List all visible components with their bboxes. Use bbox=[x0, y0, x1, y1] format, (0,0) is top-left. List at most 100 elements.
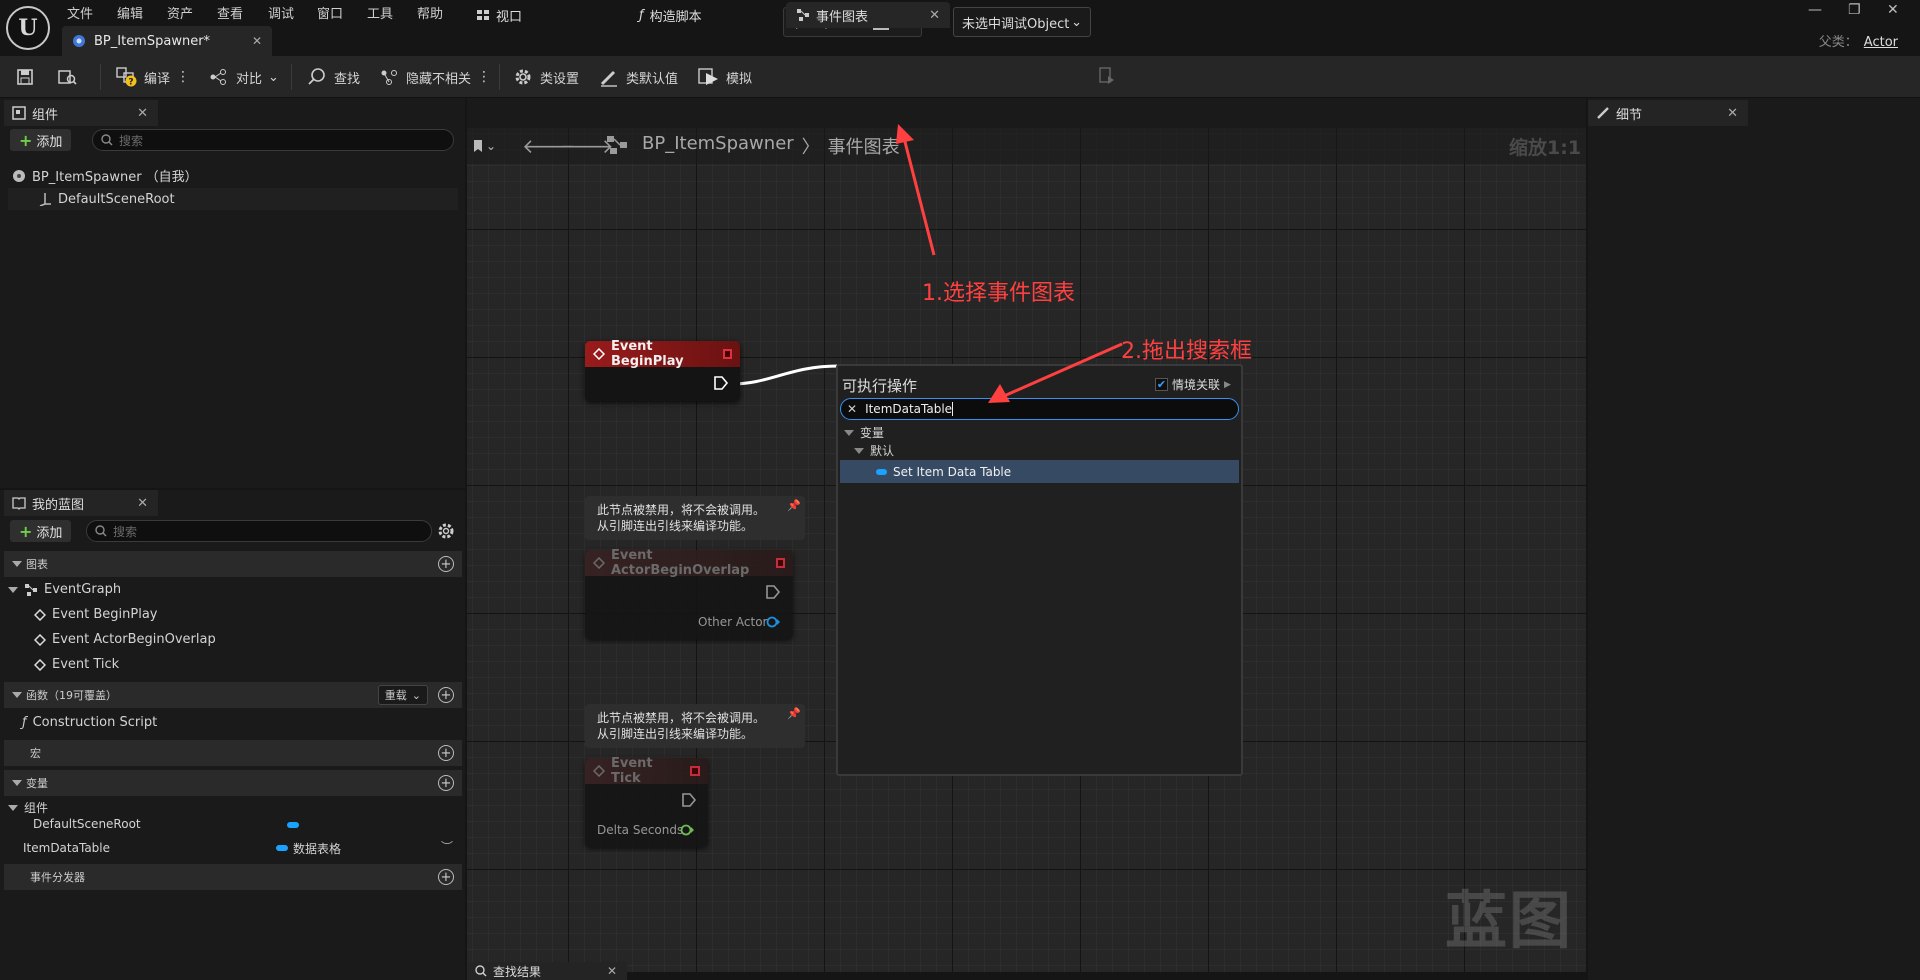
add-circle-icon[interactable]: + bbox=[438, 687, 454, 703]
breadcrumb-separator-icon: 〉 bbox=[801, 137, 820, 158]
compile-button[interactable]: ? 编译 ⋮ bbox=[116, 56, 190, 98]
compile-warning-icon: ? bbox=[116, 66, 138, 88]
eye-closed-icon[interactable]: ︶ bbox=[441, 838, 453, 855]
diff-button[interactable]: 对比 ⌄ bbox=[208, 56, 279, 98]
more-options-icon[interactable]: ⋮ bbox=[176, 69, 190, 85]
event-item[interactable]: Event BeginPlay bbox=[34, 607, 158, 622]
add-circle-icon[interactable]: + bbox=[438, 775, 454, 791]
close-icon[interactable]: ✕ bbox=[252, 34, 262, 48]
node-event-begin-play[interactable]: Event BeginPlay bbox=[585, 339, 740, 401]
object-pin-icon[interactable] bbox=[766, 616, 780, 628]
delegate-pin-icon[interactable] bbox=[775, 558, 785, 568]
construction-script-item[interactable]: ƒ Construction Script bbox=[22, 715, 157, 730]
tab-viewport[interactable]: 视口 bbox=[466, 2, 532, 28]
graph-tab-bar bbox=[467, 98, 1586, 128]
my-blueprint-search-input[interactable]: 搜索 bbox=[86, 520, 432, 542]
close-icon[interactable]: ✕ bbox=[1727, 106, 1738, 121]
window-close-icon[interactable]: ✕ bbox=[1887, 2, 1899, 18]
exec-pin-icon[interactable] bbox=[681, 792, 697, 808]
functions-section-header[interactable]: 函数（19可覆盖） 重载 ⌄ + bbox=[4, 682, 462, 708]
component-default-scene-root[interactable]: DefaultSceneRoot bbox=[8, 188, 458, 210]
menu-help[interactable]: 帮助 bbox=[417, 3, 443, 22]
class-settings-button[interactable]: 类设置 bbox=[512, 56, 579, 98]
chevron-down-icon: ⌄ bbox=[411, 688, 421, 702]
add-component-button[interactable]: + 添加 bbox=[10, 129, 72, 151]
node-event-actor-begin-overlap[interactable]: Event ActorBeginOverlap Other Actor bbox=[585, 548, 793, 639]
plus-icon: + bbox=[19, 521, 33, 541]
checkbox-checked-icon[interactable]: ✔ bbox=[1155, 378, 1168, 391]
my-blueprint-tab[interactable]: 我的蓝图 ✕ bbox=[4, 490, 158, 516]
component-root[interactable]: BP_ItemSpawner （自我） bbox=[12, 166, 198, 185]
delegate-pin-icon[interactable] bbox=[722, 349, 732, 359]
menu-window[interactable]: 窗口 bbox=[317, 3, 343, 22]
add-member-button[interactable]: + 添加 bbox=[10, 520, 72, 542]
delegate-pin-icon[interactable] bbox=[690, 766, 700, 776]
event-graph-item[interactable]: EventGraph bbox=[8, 582, 121, 597]
add-circle-icon[interactable]: + bbox=[438, 869, 454, 885]
breadcrumb-blueprint[interactable]: BP_ItemSpawner bbox=[642, 133, 794, 159]
parent-class-link[interactable]: Actor bbox=[1864, 35, 1898, 50]
find-results-tab[interactable]: 查找结果 ✕ bbox=[467, 962, 627, 980]
find-button[interactable]: 查找 bbox=[306, 56, 360, 98]
components-group[interactable]: 组件 bbox=[8, 799, 48, 816]
hide-unrelated-icon bbox=[378, 66, 400, 88]
tab-label: 视口 bbox=[496, 9, 523, 25]
graphs-section-header[interactable]: 图表 + bbox=[4, 551, 462, 577]
more-options-icon[interactable]: ⋮ bbox=[477, 69, 491, 85]
svg-text:?: ? bbox=[128, 78, 133, 88]
exec-pin-icon[interactable] bbox=[713, 375, 729, 391]
add-circle-icon[interactable]: + bbox=[438, 556, 454, 572]
debug-object-select[interactable]: 未选中调试Object ⌄ bbox=[953, 7, 1091, 37]
variable-default-scene-root[interactable]: DefaultSceneRoot bbox=[33, 817, 141, 831]
unreal-logo-icon[interactable]: U bbox=[6, 6, 50, 50]
components-search-input[interactable]: 搜索 bbox=[92, 129, 454, 151]
menu-assets[interactable]: 资产 bbox=[167, 3, 193, 22]
pin-icon[interactable]: 📌 bbox=[787, 706, 801, 722]
details-tab[interactable]: 细节 ✕ bbox=[1588, 100, 1748, 126]
clear-search-icon[interactable]: ✕ bbox=[847, 402, 857, 416]
menu-view[interactable]: 查看 bbox=[217, 3, 243, 22]
context-sensitive-toggle[interactable]: ✔ 情境关联 ▶ bbox=[1155, 376, 1231, 393]
menu-file[interactable]: 文件 bbox=[67, 3, 93, 22]
search-placeholder: 搜索 bbox=[113, 524, 138, 539]
macros-section-header[interactable]: 宏 + bbox=[4, 740, 462, 766]
hide-unrelated-button[interactable]: 隐藏不相关 ⋮ bbox=[378, 56, 491, 98]
variable-item-data-table[interactable]: ItemDataTable bbox=[4, 838, 462, 858]
minimize-icon[interactable]: — bbox=[1808, 2, 1822, 18]
restore-icon[interactable]: ❐ bbox=[1848, 2, 1861, 18]
action-subcategory[interactable]: 默认 bbox=[854, 442, 894, 459]
menu-tools[interactable]: 工具 bbox=[367, 3, 393, 22]
variables-section-header[interactable]: 变量 + bbox=[4, 770, 462, 796]
action-result-item[interactable]: Set Item Data Table bbox=[840, 460, 1239, 483]
action-category[interactable]: 变量 bbox=[844, 424, 884, 441]
float-pin-icon[interactable] bbox=[680, 824, 694, 836]
add-circle-icon[interactable]: + bbox=[438, 745, 454, 761]
browse-button[interactable] bbox=[56, 56, 78, 98]
tab-event-graph[interactable]: 事件图表 ✕ bbox=[786, 2, 950, 28]
debug-filter-icon[interactable] bbox=[1098, 66, 1116, 86]
tab-construction-script[interactable]: ƒ 构造脚本 bbox=[629, 2, 712, 28]
simulate-button[interactable]: 模拟 bbox=[698, 56, 752, 98]
event-item[interactable]: Event ActorBeginOverlap bbox=[34, 632, 216, 647]
pin-icon[interactable]: 📌 bbox=[787, 498, 801, 514]
node-event-tick[interactable]: Event Tick Delta Seconds bbox=[585, 756, 708, 847]
document-tab[interactable]: BP_ItemSpawner* ✕ bbox=[62, 26, 272, 56]
breadcrumb-graph[interactable]: 事件图表 bbox=[828, 133, 900, 159]
dispatchers-section-header[interactable]: 事件分发器 + bbox=[4, 864, 462, 890]
close-icon[interactable]: ✕ bbox=[137, 496, 148, 511]
class-defaults-button[interactable]: 类默认值 bbox=[598, 56, 678, 98]
zoom-level: 缩放1:1 bbox=[1509, 137, 1582, 159]
override-dropdown[interactable]: 重载 ⌄ bbox=[377, 685, 428, 705]
settings-gear-icon[interactable] bbox=[437, 522, 455, 540]
variables-header-label: 变量 bbox=[26, 777, 48, 790]
menu-edit[interactable]: 编辑 bbox=[117, 3, 143, 22]
save-button[interactable] bbox=[14, 56, 36, 98]
close-icon[interactable]: ✕ bbox=[607, 964, 617, 978]
components-tab[interactable]: 组件 ✕ bbox=[4, 100, 158, 126]
close-icon[interactable]: ✕ bbox=[929, 8, 940, 23]
bookmark-button[interactable]: ⌄ bbox=[473, 134, 505, 158]
menu-debug[interactable]: 调试 bbox=[268, 3, 294, 22]
event-item[interactable]: Event Tick bbox=[34, 657, 119, 672]
exec-pin-icon[interactable] bbox=[765, 584, 781, 600]
close-icon[interactable]: ✕ bbox=[137, 106, 148, 121]
